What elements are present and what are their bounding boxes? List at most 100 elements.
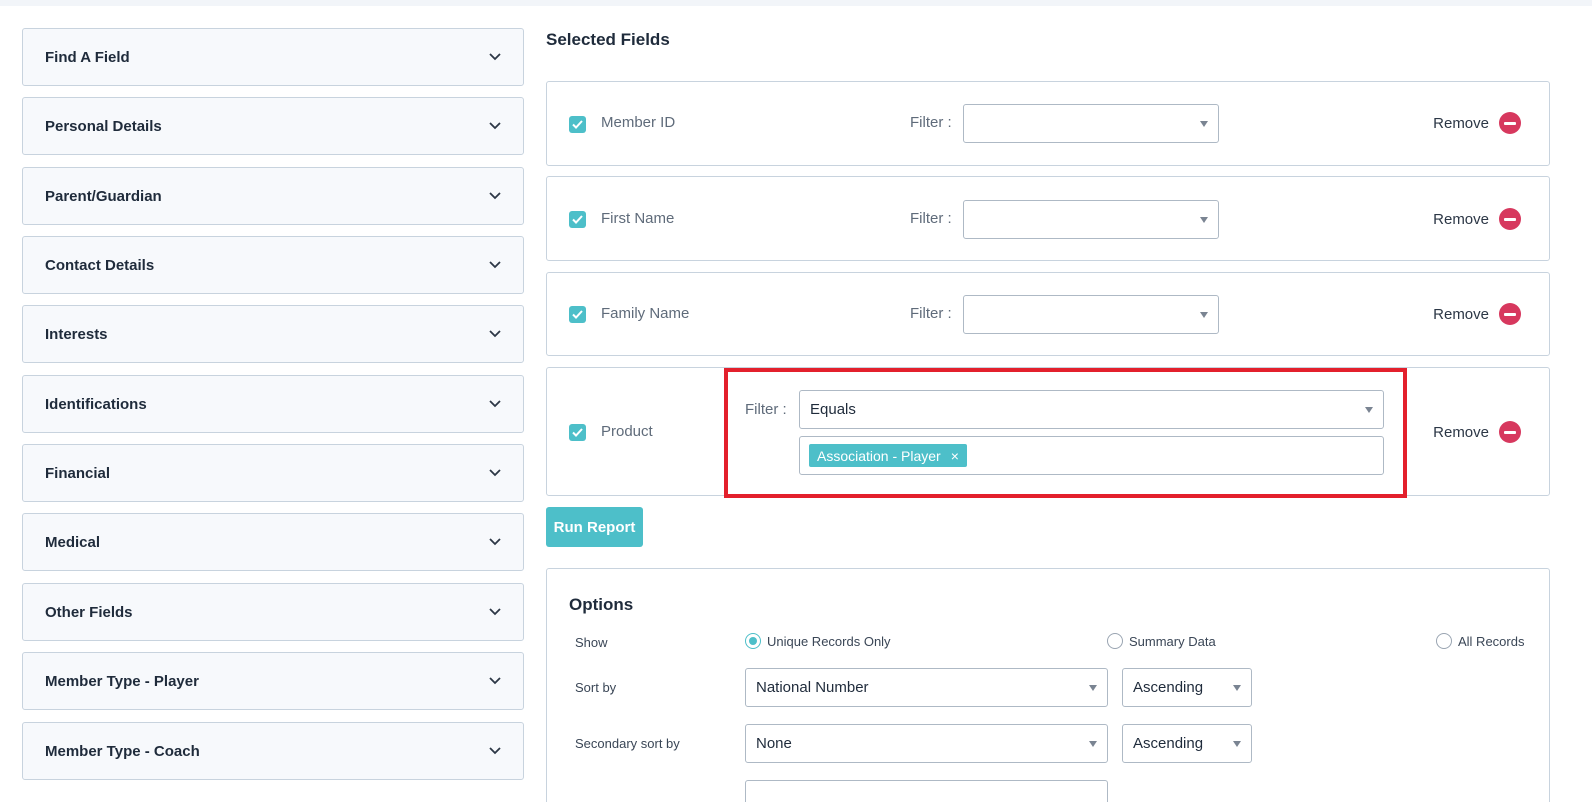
accordion-other-fields[interactable]: Other Fields: [22, 583, 524, 641]
radio-label: Unique Records Only: [767, 633, 891, 649]
radio-unselected-icon: [1436, 633, 1452, 649]
remove-label: Remove: [1433, 423, 1489, 441]
secondary-sort-value: None: [756, 735, 792, 752]
secondary-order-value: Ascending: [1133, 735, 1204, 752]
accordion-label: Identifications: [45, 395, 147, 413]
accordion-label: Member Type - Player: [45, 672, 199, 690]
filter-label: Filter :: [910, 114, 952, 131]
radio-unique-records-only[interactable]: Unique Records Only: [745, 633, 891, 649]
remove-button[interactable]: Remove: [1433, 112, 1521, 134]
remove-label: Remove: [1433, 114, 1489, 132]
radio-all-records[interactable]: All Records: [1436, 633, 1524, 649]
accordion-member-type-player[interactable]: Member Type - Player: [22, 652, 524, 710]
radio-label: Summary Data: [1129, 633, 1216, 649]
field-checkbox[interactable]: [569, 211, 586, 228]
field-name: Family Name: [601, 305, 690, 322]
accordion-label: Financial: [45, 464, 111, 482]
chevron-down-icon: [489, 745, 501, 757]
chevron-down-icon: [489, 467, 501, 479]
field-name: Product: [601, 423, 653, 440]
filter-label: Filter :: [910, 210, 952, 227]
chevron-down-icon: [489, 259, 501, 271]
chevron-down-icon: [489, 398, 501, 410]
chevron-down-icon: [489, 328, 501, 340]
minus-circle-icon: [1499, 208, 1521, 230]
accordion-label: Contact Details: [45, 256, 155, 274]
check-icon: [572, 428, 583, 437]
check-icon: [572, 215, 583, 224]
radio-label: All Records: [1458, 633, 1525, 649]
minus-circle-icon: [1499, 421, 1521, 443]
selected-field-member-id: Member ID Filter : Remove: [546, 81, 1550, 166]
remove-button[interactable]: Remove: [1433, 208, 1521, 230]
selected-fields-title: Selected Fields: [546, 30, 670, 49]
chevron-down-icon: [489, 120, 501, 132]
remove-button[interactable]: Remove: [1433, 421, 1521, 443]
remove-label: Remove: [1433, 305, 1489, 323]
accordion-label: Personal Details: [45, 117, 162, 135]
run-report-button[interactable]: Run Report: [546, 507, 643, 547]
check-icon: [572, 120, 583, 129]
check-icon: [572, 310, 583, 319]
caret-down-icon: [1233, 740, 1241, 747]
accordion-label: Parent/Guardian: [45, 187, 162, 205]
chevron-down-icon: [489, 536, 501, 548]
radio-selected-icon: [745, 633, 761, 649]
field-name: Member ID: [601, 114, 676, 131]
accordion-label: Medical: [45, 533, 101, 551]
radio-unselected-icon: [1107, 633, 1123, 649]
caret-down-icon: [1089, 740, 1097, 747]
chevron-down-icon: [489, 606, 501, 618]
caret-down-icon: [1200, 216, 1208, 223]
secondary-sort-select[interactable]: None: [745, 724, 1108, 763]
caret-down-icon: [1089, 684, 1097, 691]
highlight-annotation-box: [724, 368, 1407, 498]
sort-order-select[interactable]: Ascending: [1122, 668, 1252, 707]
field-checkbox[interactable]: [569, 424, 586, 441]
accordion-identifications[interactable]: Identifications: [22, 375, 524, 433]
accordion-label: Member Type - Coach: [45, 742, 200, 760]
selected-field-first-name: First Name Filter : Remove: [546, 176, 1550, 261]
accordion-personal-details[interactable]: Personal Details: [22, 97, 524, 155]
accordion-contact-details[interactable]: Contact Details: [22, 236, 524, 294]
filter-select[interactable]: [963, 295, 1219, 334]
selected-field-family-name: Family Name Filter : Remove: [546, 272, 1550, 356]
accordion-label: Find A Field: [45, 48, 130, 66]
filter-label: Filter :: [910, 305, 952, 322]
options-panel: Options Show Unique Records Only Summary…: [546, 568, 1550, 802]
accordion-label: Other Fields: [45, 603, 133, 621]
chevron-down-icon: [489, 51, 501, 63]
field-checkbox[interactable]: [569, 116, 586, 133]
remove-label: Remove: [1433, 210, 1489, 228]
caret-down-icon: [1200, 120, 1208, 127]
options-title: Options: [569, 595, 634, 614]
sort-order-value: Ascending: [1133, 679, 1204, 696]
accordion-label: Interests: [45, 325, 108, 343]
show-label: Show: [575, 635, 608, 650]
chevron-down-icon: [489, 190, 501, 202]
accordion-parent-guardian[interactable]: Parent/Guardian: [22, 167, 524, 225]
filter-select[interactable]: [963, 104, 1219, 143]
accordion-medical[interactable]: Medical: [22, 513, 524, 571]
caret-down-icon: [1233, 684, 1241, 691]
caret-down-icon: [1200, 311, 1208, 318]
accordion-financial[interactable]: Financial: [22, 444, 524, 502]
top-strip: [0, 0, 1592, 6]
remove-button[interactable]: Remove: [1433, 303, 1521, 325]
radio-summary-data[interactable]: Summary Data: [1107, 633, 1216, 649]
sort-by-select[interactable]: National Number: [745, 668, 1108, 707]
minus-circle-icon: [1499, 112, 1521, 134]
field-name: First Name: [601, 210, 675, 227]
chevron-down-icon: [489, 675, 501, 687]
secondary-order-select[interactable]: Ascending: [1122, 724, 1252, 763]
sort-by-label: Sort by: [575, 680, 617, 695]
secondary-sort-label: Secondary sort by: [575, 736, 680, 751]
accordion-interests[interactable]: Interests: [22, 305, 524, 363]
third-select-partial[interactable]: [745, 780, 1108, 802]
filter-select[interactable]: [963, 200, 1219, 239]
sort-by-value: National Number: [756, 679, 869, 696]
minus-circle-icon: [1499, 303, 1521, 325]
accordion-member-type-coach[interactable]: Member Type - Coach: [22, 722, 524, 780]
field-checkbox[interactable]: [569, 306, 586, 323]
accordion-find-a-field[interactable]: Find A Field: [22, 28, 524, 86]
